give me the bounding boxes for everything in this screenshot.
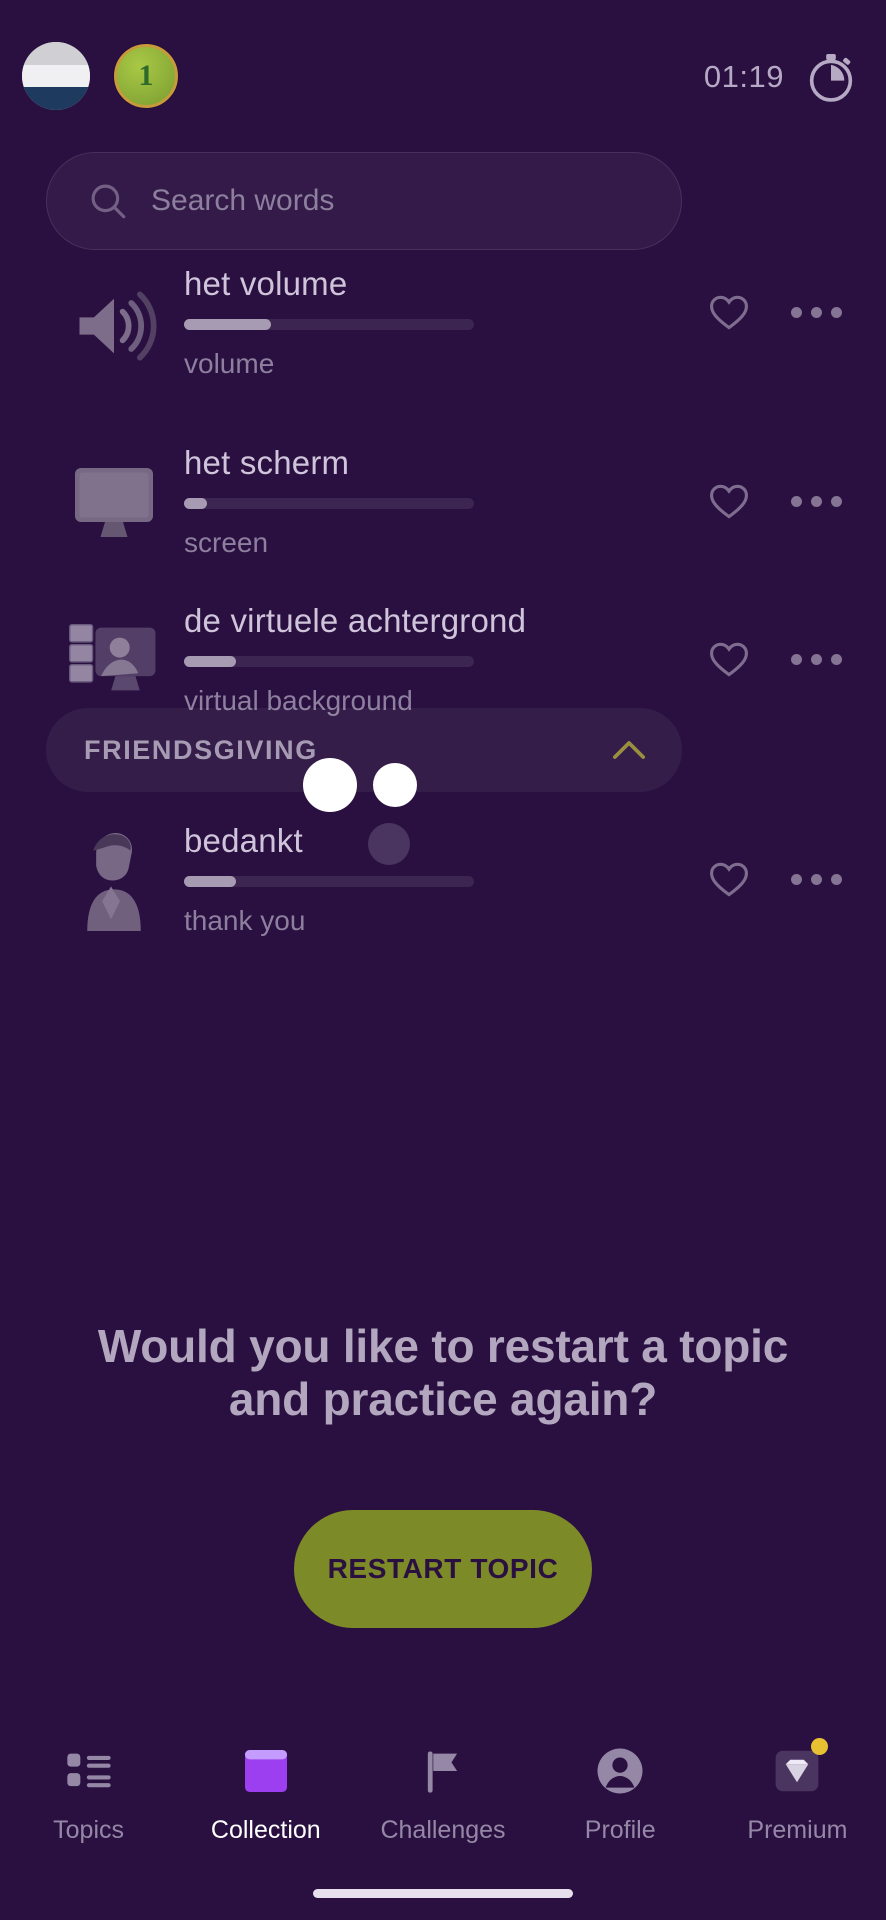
word-title: de virtuele achtergrond — [184, 601, 527, 639]
nav-item-challenges[interactable]: Challenges — [354, 1742, 531, 1845]
chevron-up-icon[interactable] — [612, 739, 646, 761]
word-progress-bar — [184, 319, 474, 330]
level-badge[interactable]: 1 — [114, 44, 178, 108]
timer-group: 01:19 — [704, 48, 860, 106]
word-row-actions — [707, 857, 842, 901]
dutch-flag-icon[interactable] — [22, 42, 90, 110]
word-title: het scherm — [184, 443, 350, 481]
word-progress-fill — [184, 319, 271, 330]
word-progress-fill — [184, 497, 208, 509]
nav-label: Challenges — [380, 1816, 506, 1844]
loading-dot — [303, 758, 357, 812]
flag-bottom-band — [22, 87, 90, 110]
word-row[interactable]: bedankt thank you — [0, 800, 886, 958]
list-icon — [59, 1742, 119, 1800]
book-icon — [236, 1742, 296, 1800]
word-row-actions — [707, 479, 842, 523]
word-row[interactable]: het volume volume — [0, 268, 886, 388]
word-row-body: bedankt thank you — [184, 822, 707, 937]
nav-label: Collection — [210, 1816, 321, 1844]
nav-item-premium[interactable]: Premium — [709, 1738, 886, 1845]
flag-icon — [413, 1742, 473, 1800]
nav-label: Profile — [584, 1816, 656, 1844]
section-title: FRIENDSGIVING — [84, 734, 318, 765]
word-row-body: het volume volume — [184, 268, 707, 380]
app-root: 1 01:19 Search words het volume volume h… — [0, 0, 886, 1920]
premium-badge-dot — [811, 1738, 829, 1755]
person-icon — [590, 1742, 650, 1800]
search-icon — [87, 180, 129, 222]
more-horizontal-icon[interactable] — [791, 306, 842, 318]
flag-top-band — [22, 42, 90, 65]
nav-item-topics[interactable]: Topics — [0, 1742, 177, 1845]
word-translation: thank you — [184, 904, 306, 936]
restart-topic-button[interactable]: RESTART TOPIC — [294, 1510, 592, 1628]
word-progress-bar — [184, 655, 474, 667]
heart-outline-icon[interactable] — [707, 637, 751, 681]
heart-outline-icon[interactable] — [707, 290, 751, 334]
heart-outline-icon[interactable] — [707, 857, 751, 901]
monitor-screen-icon — [60, 447, 168, 555]
stopwatch-icon[interactable] — [802, 48, 860, 106]
flag-middle-band — [22, 64, 90, 88]
loading-dot — [373, 763, 417, 807]
nav-item-profile[interactable]: Profile — [532, 1742, 709, 1845]
word-title: het volume — [184, 268, 348, 302]
speaker-volume-icon — [60, 272, 168, 380]
more-horizontal-icon[interactable] — [791, 873, 842, 885]
loading-indicator — [303, 758, 417, 812]
top-bar: 1 01:19 — [0, 0, 886, 140]
virtual-background-icon — [60, 605, 168, 713]
more-horizontal-icon[interactable] — [791, 653, 842, 665]
word-row-actions — [707, 637, 842, 681]
praying-person-icon — [60, 825, 168, 933]
search-input[interactable] — [151, 184, 571, 218]
word-progress-fill — [184, 655, 237, 667]
more-horizontal-icon[interactable] — [791, 495, 842, 507]
word-list: het volume volume het scherm screen de v… — [0, 268, 886, 738]
timer-text: 01:19 — [703, 59, 784, 94]
nav-label: Topics — [53, 1816, 125, 1844]
nav-item-collection[interactable]: Collection — [177, 1742, 354, 1845]
word-progress-bar — [184, 875, 474, 887]
word-translation: volume — [184, 348, 275, 379]
word-translation: screen — [184, 526, 269, 558]
level-badge-value: 1 — [138, 59, 154, 92]
word-title: bedankt — [184, 821, 303, 859]
home-indicator — [313, 1889, 573, 1898]
word-row-actions — [707, 290, 842, 334]
word-progress-bar — [184, 497, 474, 509]
word-row-body: de virtuele achtergrond virtual backgrou… — [184, 602, 707, 717]
word-row-body: het scherm screen — [184, 444, 707, 559]
word-row-knob — [368, 823, 410, 865]
word-progress-fill — [184, 875, 237, 887]
heart-outline-icon[interactable] — [707, 479, 751, 523]
search-bar[interactable] — [46, 152, 682, 250]
restart-question: Would you like to restart a topic and pr… — [97, 1320, 789, 1425]
nav-label: Premium — [747, 1816, 848, 1844]
word-row[interactable]: het scherm screen — [0, 422, 886, 580]
